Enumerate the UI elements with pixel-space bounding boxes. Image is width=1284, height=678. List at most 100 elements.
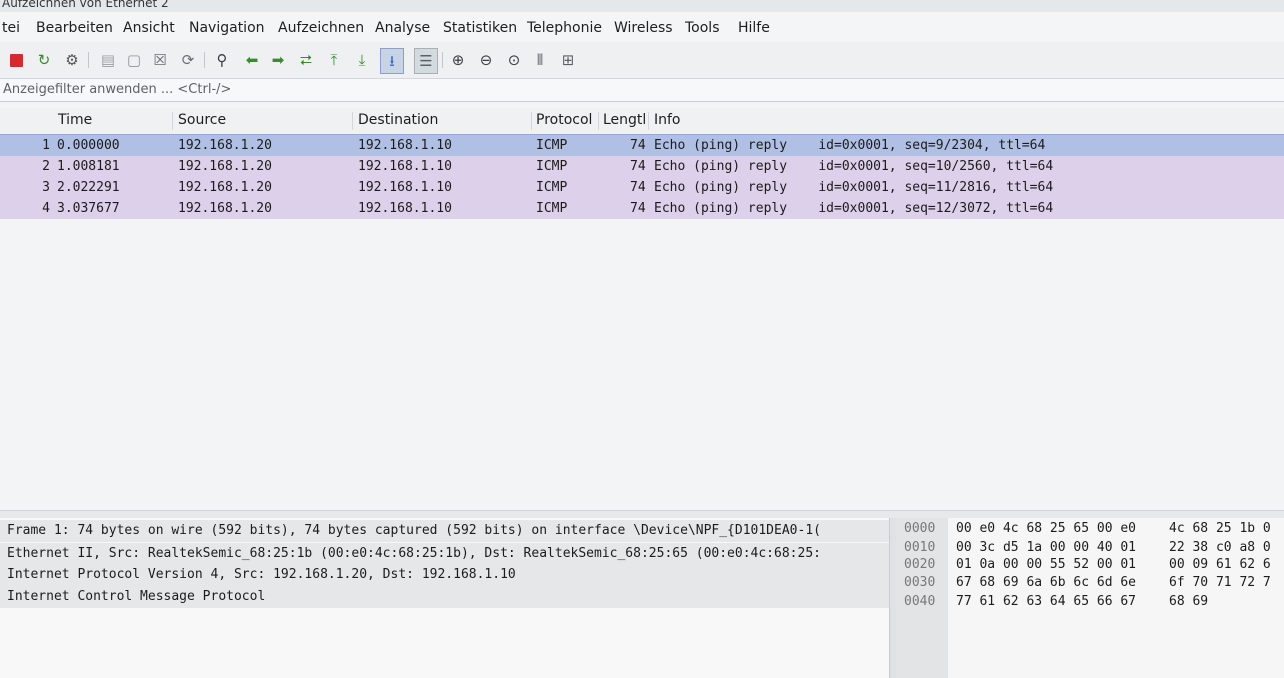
detail-frame[interactable]: Frame 1: 74 bytes on wire (592 bits), 74… (0, 520, 889, 542)
zoom-in-icon[interactable]: ⊕ (448, 50, 468, 70)
cell-destination: 192.168.1.10 (358, 180, 452, 195)
title-bar: Aufzeichnen von Ethernet 2 (0, 0, 1284, 12)
cell-source: 192.168.1.20 (178, 201, 272, 216)
cell-protocol: ICMP (536, 201, 568, 216)
cell-destination: 192.168.1.10 (358, 201, 452, 216)
menu-wireless[interactable]: Wireless (614, 20, 673, 36)
cell-source: 192.168.1.20 (178, 159, 272, 174)
column-source[interactable]: Source (178, 112, 226, 128)
detail-icmp[interactable]: Internet Control Message Protocol (0, 586, 889, 608)
cell-time: 3.037677 (57, 201, 120, 216)
packet-list: Time Source Destination Protocol Lengtl … (0, 102, 1284, 510)
byte-hex[interactable]: 00 e0 4c 68 25 65 00 e0 (956, 521, 1136, 536)
byte-hex[interactable]: 00 09 61 62 6 (1169, 557, 1271, 572)
byte-offset: 0020 (904, 557, 936, 572)
capture-options-icon[interactable]: ⚙ (62, 50, 82, 70)
go-back-icon[interactable]: ⬅ (242, 50, 262, 70)
table-row[interactable]: 3 2.022291 192.168.1.20 192.168.1.10 ICM… (0, 177, 1284, 198)
cell-time: 0.000000 (57, 138, 120, 153)
detail-ethernet[interactable]: Ethernet II, Src: RealtekSemic_68:25:1b … (0, 543, 889, 565)
byte-row: 0000 00 e0 4c 68 25 65 00 e0 4c 68 25 1b… (896, 519, 1284, 539)
menu-help[interactable]: Hilfe (738, 20, 770, 36)
cell-source: 192.168.1.20 (178, 138, 272, 153)
menu-analyze[interactable]: Analyse (375, 20, 430, 36)
menu-capture[interactable]: Aufzeichnen (278, 20, 364, 36)
cell-time: 2.022291 (57, 180, 120, 195)
menu-file[interactable]: tei (2, 20, 20, 36)
packet-details: Frame 1: 74 bytes on wire (592 bits), 74… (0, 518, 889, 678)
colorize-icon[interactable]: ☰ (414, 48, 438, 74)
byte-offset: 0040 (904, 594, 936, 609)
byte-hex[interactable]: 01 0a 00 00 55 52 00 01 (956, 557, 1136, 572)
cell-protocol: ICMP (536, 180, 568, 195)
menu-go[interactable]: Navigation (189, 20, 265, 36)
column-protocol[interactable]: Protocol (536, 112, 592, 128)
detail-frame-text: Frame 1: 74 bytes on wire (592 bits), 74… (7, 523, 821, 538)
cell-no: 3 (42, 180, 50, 195)
menu-tools[interactable]: Tools (685, 20, 720, 36)
display-filter-input[interactable] (0, 79, 1283, 99)
cell-no: 2 (42, 159, 50, 174)
byte-hex[interactable]: 00 3c d5 1a 00 00 40 01 (956, 540, 1136, 555)
cell-info: Echo (ping) reply id=0x0001, seq=11/2816… (654, 180, 1054, 195)
column-time[interactable]: Time (58, 112, 92, 128)
menu-statistics[interactable]: Statistiken (443, 20, 517, 36)
detail-ipv4[interactable]: Internet Protocol Version 4, Src: 192.16… (0, 564, 889, 586)
close-file-icon[interactable]: ☒ (150, 50, 170, 70)
autoscroll-icon[interactable]: ⭳ (380, 48, 404, 74)
stop-capture-icon[interactable] (6, 50, 26, 70)
cell-time: 1.008181 (57, 159, 120, 174)
byte-offset: 0010 (904, 540, 936, 555)
open-file-icon[interactable]: ▤ (98, 50, 118, 70)
go-to-packet-icon[interactable]: ⮂ (296, 50, 316, 70)
cell-length: 74 (630, 201, 646, 216)
column-destination[interactable]: Destination (358, 112, 438, 128)
cell-no: 1 (42, 138, 50, 153)
main-toolbar: ↻ ⚙ ▤ ▢ ☒ ⟳ ⚲ ⬅ ➡ ⮂ ⤒ ⤓ ⭳ ☰ ⊕ ⊖ ⊙ ⫴ ⊞ (0, 42, 1284, 79)
find-packet-icon[interactable]: ⚲ (212, 50, 232, 70)
reload-file-icon[interactable]: ⟳ (178, 50, 198, 70)
byte-row: 0040 77 61 62 63 64 65 66 67 68 69 (896, 592, 1284, 612)
cell-length: 74 (630, 138, 646, 153)
go-forward-icon[interactable]: ➡ (268, 50, 288, 70)
cell-destination: 192.168.1.10 (358, 138, 452, 153)
menu-telephony[interactable]: Telephonie (527, 20, 602, 36)
table-row[interactable]: 4 3.037677 192.168.1.20 192.168.1.10 ICM… (0, 198, 1284, 219)
cell-source: 192.168.1.20 (178, 180, 272, 195)
table-row[interactable]: 2 1.008181 192.168.1.20 192.168.1.10 ICM… (0, 156, 1284, 177)
restart-capture-icon[interactable]: ↻ (34, 50, 54, 70)
byte-hex[interactable]: 77 61 62 63 64 65 66 67 (956, 594, 1136, 609)
details-bytes-splitter[interactable] (889, 518, 896, 678)
cell-info: Echo (ping) reply id=0x0001, seq=9/2304,… (654, 138, 1046, 153)
column-length[interactable]: Lengtl (603, 112, 646, 128)
layout-panes-icon[interactable]: ⊞ (558, 50, 578, 70)
zoom-normal-icon[interactable]: ⊙ (504, 50, 524, 70)
go-last-packet-icon[interactable]: ⤓ (352, 50, 372, 70)
byte-hex[interactable]: 22 38 c0 a8 0 (1169, 540, 1271, 555)
menu-view[interactable]: Ansicht (123, 20, 175, 36)
packet-bytes: 0000 00 e0 4c 68 25 65 00 e0 4c 68 25 1b… (896, 518, 1284, 678)
menu-bar: tei Bearbeiten Ansicht Navigation Aufzei… (0, 12, 1284, 42)
cell-destination: 192.168.1.10 (358, 159, 452, 174)
detail-icmp-text: Internet Control Message Protocol (7, 589, 266, 604)
byte-hex[interactable]: 4c 68 25 1b 0 (1169, 521, 1271, 536)
byte-offset: 0000 (904, 521, 936, 536)
byte-row: 0030 67 68 69 6a 6b 6c 6d 6e 6f 70 71 72… (896, 573, 1284, 593)
byte-row: 0020 01 0a 00 00 55 52 00 01 00 09 61 62… (896, 555, 1284, 575)
cell-no: 4 (42, 201, 50, 216)
byte-hex[interactable]: 6f 70 71 72 7 (1169, 575, 1271, 590)
menu-edit[interactable]: Bearbeiten (36, 20, 113, 36)
go-first-packet-icon[interactable]: ⤒ (324, 50, 344, 70)
save-file-icon[interactable]: ▢ (124, 50, 144, 70)
byte-hex[interactable]: 68 69 (1169, 594, 1208, 609)
cell-info: Echo (ping) reply id=0x0001, seq=10/2560… (654, 159, 1054, 174)
table-row[interactable]: 1 0.000000 192.168.1.20 192.168.1.10 ICM… (0, 134, 1284, 157)
byte-hex[interactable]: 67 68 69 6a 6b 6c 6d 6e (956, 575, 1136, 590)
cell-protocol: ICMP (536, 138, 568, 153)
window-title: Aufzeichnen von Ethernet 2 (2, 0, 169, 10)
column-info[interactable]: Info (654, 112, 681, 128)
detail-ipv4-text: Internet Protocol Version 4, Src: 192.16… (7, 567, 516, 582)
byte-offset: 0030 (904, 575, 936, 590)
resize-columns-icon[interactable]: ⫴ (530, 50, 550, 70)
zoom-out-icon[interactable]: ⊖ (476, 50, 496, 70)
